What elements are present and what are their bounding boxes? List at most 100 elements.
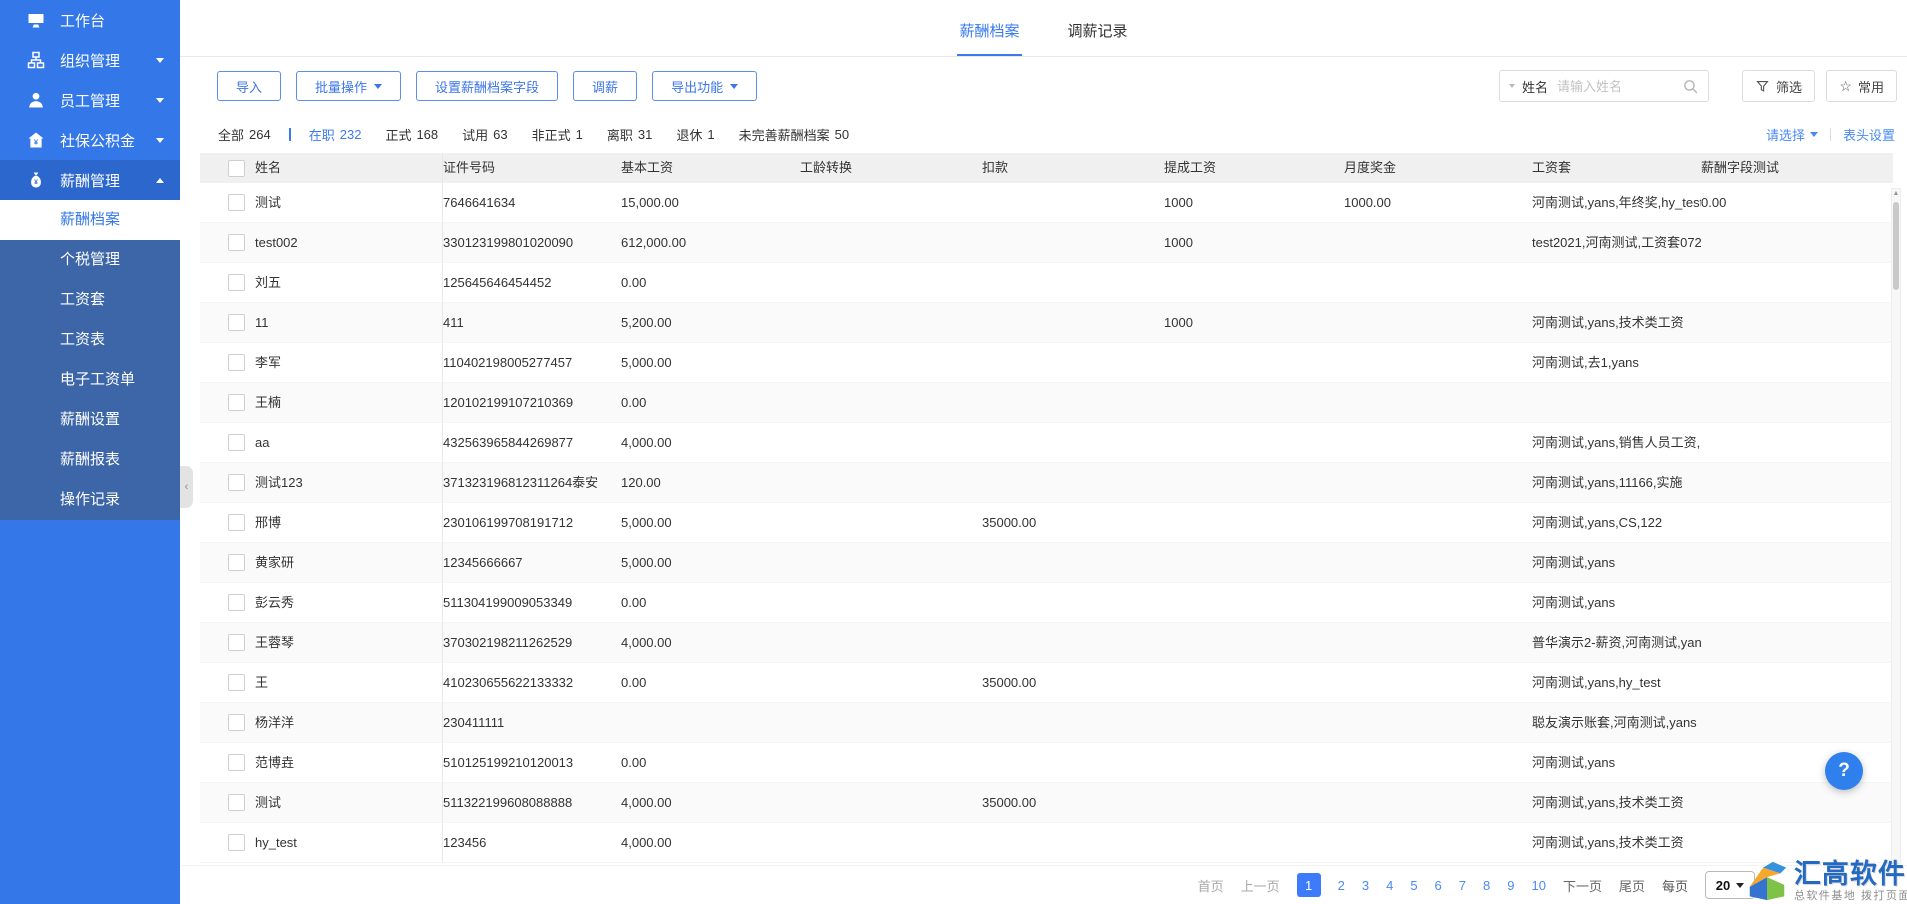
cell-base-salary: 15,000.00	[621, 183, 800, 222]
pagination-page-9[interactable]: 9	[1507, 878, 1514, 893]
cell-commission	[1164, 343, 1344, 382]
table-row: 测试5113221996080888884,000.0035000.00河南测试…	[200, 783, 1893, 823]
submenu-item-e-payslip[interactable]: 电子工资单	[0, 360, 180, 400]
submenu-item-salary-set[interactable]: 工资套	[0, 280, 180, 320]
funnel-icon	[1755, 79, 1770, 94]
row-checkbox[interactable]	[228, 434, 245, 451]
cell-commission: 1000	[1164, 223, 1344, 262]
row-checkbox[interactable]	[228, 354, 245, 371]
pagination-page-10[interactable]: 10	[1531, 878, 1545, 893]
submenu-item-salary-archive[interactable]: 薪酬档案	[0, 200, 180, 240]
batch-actions-button[interactable]: 批量操作	[296, 71, 401, 101]
row-checkbox[interactable]	[228, 234, 245, 251]
row-checkbox[interactable]	[228, 714, 245, 731]
cell-salary-set: 河南测试,yans	[1532, 743, 1701, 782]
vertical-scrollbar[interactable]: ▲	[1891, 188, 1901, 864]
submenu-item-operation-log[interactable]: 操作记录	[0, 480, 180, 520]
row-checkbox[interactable]	[228, 794, 245, 811]
row-checkbox[interactable]	[228, 474, 245, 491]
cell-monthly-bonus	[1344, 783, 1532, 822]
row-checkbox[interactable]	[228, 634, 245, 651]
row-checkbox[interactable]	[228, 674, 245, 691]
sidebar-item-payroll[interactable]: ¥ 薪酬管理	[0, 160, 180, 200]
cell-id-number: 120102199107210369	[443, 383, 621, 422]
cell-salary-set: 河南测试,yans,技术类工资	[1532, 783, 1701, 822]
import-button[interactable]: 导入	[217, 71, 281, 101]
select-all-checkbox[interactable]	[228, 160, 245, 177]
help-button[interactable]: ?	[1825, 752, 1863, 790]
row-checkbox[interactable]	[228, 594, 245, 611]
salary-adjust-button[interactable]: 调薪	[573, 71, 637, 101]
cell-salary-field-test	[1701, 703, 1893, 742]
row-checkbox[interactable]	[228, 274, 245, 291]
row-checkbox[interactable]	[228, 754, 245, 771]
cell-salary-set: 河南测试,yans,CS,122	[1532, 503, 1701, 542]
please-select-dropdown[interactable]: 请选择	[1766, 125, 1818, 144]
pagination-page-6[interactable]: 6	[1435, 878, 1442, 893]
filter-button[interactable]: 筛选	[1742, 70, 1815, 102]
cell-name: 测试123	[255, 463, 443, 502]
sidebar-item-employee[interactable]: 员工管理	[0, 80, 180, 120]
row-checkbox[interactable]	[228, 394, 245, 411]
scroll-up-arrow-icon[interactable]: ▲	[1892, 190, 1900, 197]
sidebar-item-workbench[interactable]: 工作台	[0, 0, 180, 40]
favorite-button[interactable]: ☆ 常用	[1826, 70, 1897, 102]
cell-id-number: 125645646454452	[443, 263, 621, 302]
pagination-prev[interactable]: 上一页	[1241, 876, 1280, 895]
cell-monthly-bonus	[1344, 223, 1532, 262]
sidebar-item-social-security[interactable]: ¥ 社保公积金	[0, 120, 180, 160]
status-tab-resigned[interactable]: 离职31	[607, 125, 652, 144]
submenu-item-salary-sheet[interactable]: 工资表	[0, 320, 180, 360]
tab-salary-archive[interactable]: 薪酬档案	[957, 20, 1021, 56]
pagination-next[interactable]: 下一页	[1563, 876, 1602, 895]
row-checkbox[interactable]	[228, 554, 245, 571]
cell-monthly-bonus	[1344, 623, 1532, 662]
row-checkbox[interactable]	[228, 194, 245, 211]
status-tab-probation[interactable]: 试用63	[462, 125, 507, 144]
pagination-last[interactable]: 尾页	[1619, 876, 1645, 895]
field-select-caret-icon[interactable]	[1509, 84, 1515, 88]
pagination-page-3[interactable]: 3	[1362, 878, 1369, 893]
status-tab-informal[interactable]: 非正式1	[532, 125, 583, 144]
sidebar-item-org[interactable]: 组织管理	[0, 40, 180, 80]
pagination-page-2[interactable]: 2	[1338, 878, 1345, 893]
search-icon[interactable]	[1682, 78, 1699, 95]
cell-commission	[1164, 623, 1344, 662]
scrollbar-thumb[interactable]	[1893, 202, 1899, 290]
submenu-item-tax[interactable]: 个税管理	[0, 240, 180, 280]
submenu-item-salary-settings[interactable]: 薪酬设置	[0, 400, 180, 440]
search-input[interactable]	[1555, 78, 1675, 95]
pagination-page-8[interactable]: 8	[1483, 878, 1490, 893]
pagination-first[interactable]: 首页	[1198, 876, 1224, 895]
cell-salary-field-test	[1701, 823, 1893, 862]
cell-name: 王蓉琴	[255, 623, 443, 662]
pagination-page-1[interactable]: 1	[1297, 873, 1321, 897]
sidebar-collapse-handle[interactable]: ‹	[180, 466, 193, 508]
per-page-select[interactable]: 20	[1705, 871, 1755, 899]
table-row: 114115,200.001000河南测试,yans,技术类工资	[200, 303, 1893, 343]
header-settings-link[interactable]: 表头设置	[1843, 125, 1895, 144]
cell-salary-set: 河南测试,yans	[1532, 543, 1701, 582]
status-tab-active-employees[interactable]: 在职232	[309, 125, 362, 144]
status-filter-bar: 全部264 在职232 正式168 试用63 非正式1 离职31 退休1 未完善…	[180, 115, 1907, 153]
status-divider	[289, 128, 291, 141]
pagination-page-4[interactable]: 4	[1386, 878, 1393, 893]
status-tab-all[interactable]: 全部264	[218, 125, 271, 144]
pagination-page-7[interactable]: 7	[1459, 878, 1466, 893]
tab-salary-adjust-record[interactable]: 调薪记录	[1066, 20, 1130, 56]
table-row: 邢博2301061997081917125,000.0035000.00河南测试…	[200, 503, 1893, 543]
column-header-deduction: 扣款	[982, 153, 1164, 183]
svg-text:¥: ¥	[34, 179, 38, 186]
row-checkbox[interactable]	[228, 314, 245, 331]
status-tab-formal[interactable]: 正式168	[385, 125, 438, 144]
export-button[interactable]: 导出功能	[652, 71, 757, 101]
status-tab-retired[interactable]: 退休1	[676, 125, 714, 144]
cell-id-number: 432563965844269877	[443, 423, 621, 462]
row-checkbox[interactable]	[228, 514, 245, 531]
submenu-item-salary-report[interactable]: 薪酬报表	[0, 440, 180, 480]
set-salary-fields-button[interactable]: 设置薪酬档案字段	[416, 71, 558, 101]
status-tab-incomplete-archive[interactable]: 未完善薪酬档案50	[739, 125, 849, 144]
pagination-page-5[interactable]: 5	[1410, 878, 1417, 893]
row-checkbox[interactable]	[228, 834, 245, 851]
cell-id-number: 411	[443, 303, 621, 342]
